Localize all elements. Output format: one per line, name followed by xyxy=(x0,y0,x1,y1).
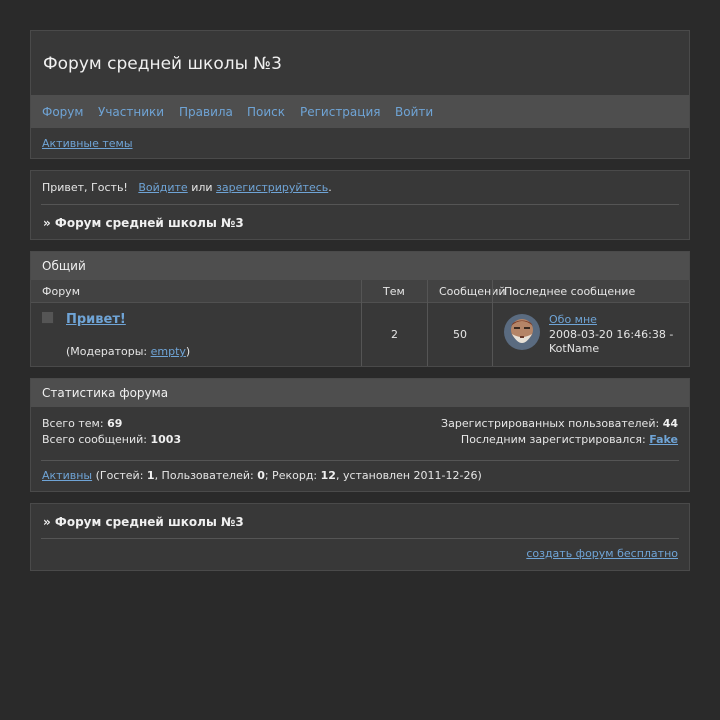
greeting-text: Привет, Гость! xyxy=(42,181,128,194)
table-header: Форум Тем Сообщений Последнее сообщение xyxy=(31,280,689,303)
column-divider xyxy=(492,280,493,366)
members-label: , Пользователей: xyxy=(154,469,254,482)
nav-login[interactable]: Войти xyxy=(395,105,433,119)
total-topics-label: Всего тем: xyxy=(42,417,104,430)
record-value: 12 xyxy=(320,469,336,482)
forum-status-icon xyxy=(42,312,54,324)
forum-footer: » Форум средней школы №3 создать форум б… xyxy=(30,503,690,571)
main-nav: Форум Участники Правила Поиск Регистраци… xyxy=(31,95,689,128)
divider xyxy=(41,204,679,205)
guests-label: (Гостей: xyxy=(95,469,144,482)
nav-members[interactable]: Участники xyxy=(98,105,164,119)
active-users-link[interactable]: Активны xyxy=(42,469,92,482)
col-forum: Форум xyxy=(42,285,80,298)
last-post-link[interactable]: Обо мне xyxy=(549,313,597,326)
welcome-line: Привет, Гость! Войдите или зарегистрируй… xyxy=(42,181,332,194)
forum-title: Форум средней школы №3 xyxy=(43,54,282,74)
last-registered: Последним зарегистрировался: Fake xyxy=(461,433,678,446)
last-post-date: 2008-03-20 16:46:38 - xyxy=(549,328,674,341)
col-topics: Тем xyxy=(383,285,405,298)
forum-header: Форум средней школы №3 Форум Участники П… xyxy=(30,30,690,159)
total-posts-label: Всего сообщений: xyxy=(42,433,147,446)
forum-stats: Статистика форума Всего тем: 69 Всего со… xyxy=(30,378,690,492)
members-value: 0 xyxy=(257,469,265,482)
total-posts: Всего сообщений: 1003 xyxy=(42,433,181,446)
guests-value: 1 xyxy=(146,469,155,482)
create-forum-link[interactable]: создать форум бесплатно xyxy=(526,547,678,560)
registered-users: Зарегистрированных пользователей: 44 xyxy=(441,417,678,430)
stats-bar: Статистика форума xyxy=(31,379,689,407)
category-bar: Общий xyxy=(31,252,689,280)
register-link[interactable]: зарегистрируйтесь xyxy=(216,181,328,194)
registered-users-label: Зарегистрированных пользователей: xyxy=(441,417,660,430)
total-topics: Всего тем: 69 xyxy=(42,417,122,430)
login-link[interactable]: Войдите xyxy=(138,181,187,194)
or-text: или xyxy=(191,181,213,194)
moderators-suffix: ) xyxy=(185,345,191,358)
nav-rules[interactable]: Правила xyxy=(179,105,233,119)
forum-link[interactable]: Привет! xyxy=(66,312,126,327)
avatar[interactable] xyxy=(504,314,540,350)
column-divider xyxy=(427,280,428,366)
moderators: (Модераторы: empty) xyxy=(66,345,190,358)
nav-register[interactable]: Регистрация xyxy=(300,105,380,119)
col-last-post: Последнее сообщение xyxy=(504,285,636,298)
posts-count: 50 xyxy=(453,328,467,341)
breadcrumb: » Форум средней школы №3 xyxy=(43,515,244,529)
record-suffix: , установлен 2011-12-26) xyxy=(335,469,482,482)
welcome-panel: Привет, Гость! Войдите или зарегистрируй… xyxy=(30,170,690,240)
dot-text: . xyxy=(328,181,332,194)
last-registered-user-link[interactable]: Fake xyxy=(649,433,678,446)
nav-search[interactable]: Поиск xyxy=(247,105,285,119)
total-topics-value: 69 xyxy=(107,417,123,430)
active-topics-link[interactable]: Активные темы xyxy=(42,137,133,150)
column-divider xyxy=(361,280,362,366)
nav-forum[interactable]: Форум xyxy=(42,105,83,119)
moderator-link[interactable]: empty xyxy=(151,345,186,358)
total-posts-value: 1003 xyxy=(150,433,182,446)
last-registered-label: Последним зарегистрировался: xyxy=(460,433,646,446)
last-post-author: KotName xyxy=(549,342,600,355)
col-posts: Сообщений xyxy=(439,285,506,298)
divider xyxy=(41,460,679,461)
stats-title: Статистика форума xyxy=(42,386,169,400)
registered-users-value: 44 xyxy=(662,417,678,430)
forum-list: Общий Форум Тем Сообщений Последнее сооб… xyxy=(30,251,690,367)
topics-count: 2 xyxy=(391,328,398,341)
category-title: Общий xyxy=(42,259,86,273)
breadcrumb: » Форум средней школы №3 xyxy=(43,216,244,230)
avatar-image xyxy=(504,314,540,350)
record-label: ; Рекорд: xyxy=(264,469,318,482)
divider xyxy=(41,538,679,539)
moderators-label: (Модераторы: xyxy=(66,345,148,358)
online-stats: Активны (Гостей: 1, Пользователей: 0; Ре… xyxy=(42,469,482,482)
